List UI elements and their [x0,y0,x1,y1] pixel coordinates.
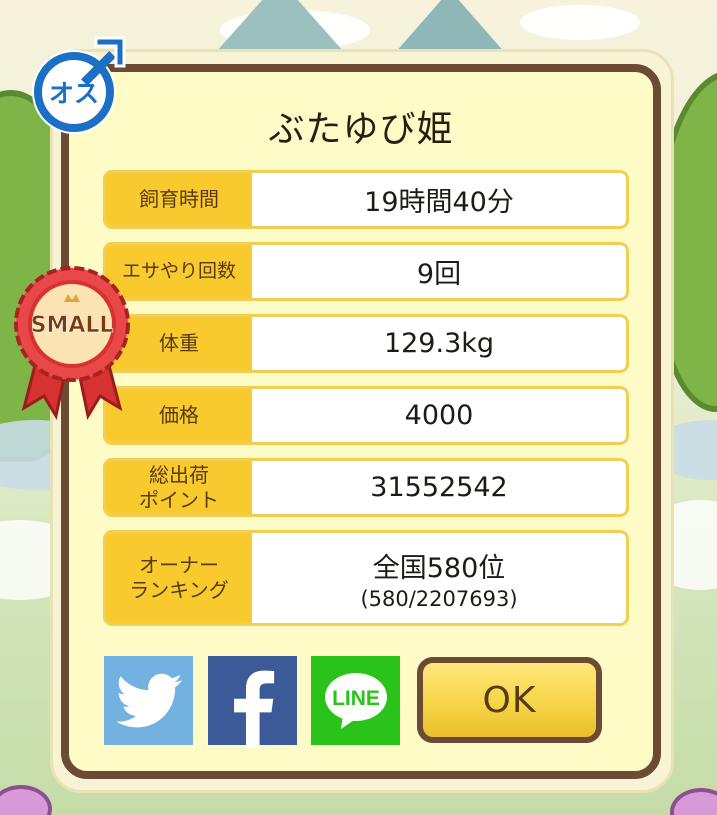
stat-row-owner-ranking: オーナー ランキング 全国580位 (580/2207693) [103,530,629,626]
stat-row-feed-count: エサやり回数 9回 [103,242,629,301]
stat-label: 飼育時間 [106,173,252,226]
stat-value: 19時間40分 [364,187,514,218]
stat-row-price: 価格 4000 [103,386,629,445]
stat-row-shipping-points: 総出荷 ポイント 31552542 [103,458,629,517]
stat-value: 9回 [416,259,462,290]
pig-name-title: ぶたゆび姫 [268,109,454,150]
stat-row-weight: 体重 129.3kg [103,314,629,373]
cloud [520,5,640,40]
stat-value: 4000 [404,400,474,431]
stat-label: 総出荷 ポイント [106,461,252,514]
twitter-bird-icon [115,673,182,727]
line-share-button[interactable]: LINE [311,656,400,745]
male-gender-badge: オス [32,36,126,134]
gender-label: オス [49,79,99,108]
stat-label: オーナー ランキング [106,533,252,623]
facebook-share-button[interactable] [208,656,297,748]
stat-value: 129.3kg [383,328,495,359]
small-size-ribbon: SMALL [14,266,130,420]
ok-button[interactable]: OK [417,657,602,743]
ranking-detail: (580/2207693) [360,586,518,611]
stat-row-raising-time: 飼育時間 19時間40分 [103,170,629,229]
twitter-share-button[interactable] [104,656,193,745]
line-logo-icon: LINE [324,672,387,729]
size-label: SMALL [31,313,114,338]
stat-value: 全国580位 (580/2207693) [252,533,626,623]
result-dialog: ぶたゆび姫 飼育時間 19時間40分 エサやり回数 9回 体重 129.3kg … [61,64,661,779]
ranking-value: 全国580位 [372,552,506,584]
svg-text:LINE: LINE [332,687,380,710]
facebook-f-icon [233,670,274,748]
stat-value: 31552542 [370,472,508,503]
